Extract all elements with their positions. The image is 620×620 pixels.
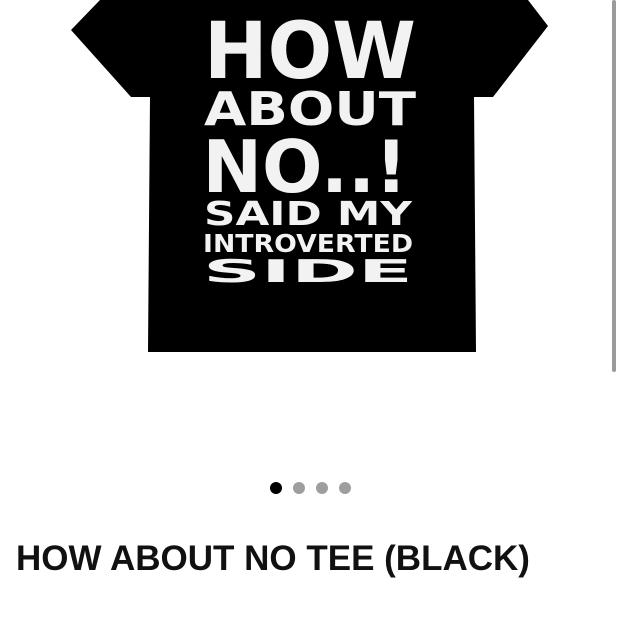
product-image[interactable]: HOW ABOUT NO..! SAID MY INTROVERTED SIDE: [0, 0, 620, 470]
carousel-dot[interactable]: [292, 482, 305, 494]
tshirt-illustration: HOW ABOUT NO..! SAID MY INTROVERTED SIDE: [71, 0, 548, 352]
page-scrollbar[interactable]: [612, 0, 616, 372]
carousel-dot[interactable]: [338, 482, 351, 494]
product-title: HOW ABOUT NO TEE (BLACK): [16, 539, 530, 578]
carousel-dot[interactable]: [315, 482, 328, 494]
print-line-4: SAID MY: [204, 194, 413, 233]
print-line-6: SIDE: [203, 254, 413, 290]
carousel-dots: [0, 480, 620, 496]
carousel-dot[interactable]: [269, 482, 282, 494]
